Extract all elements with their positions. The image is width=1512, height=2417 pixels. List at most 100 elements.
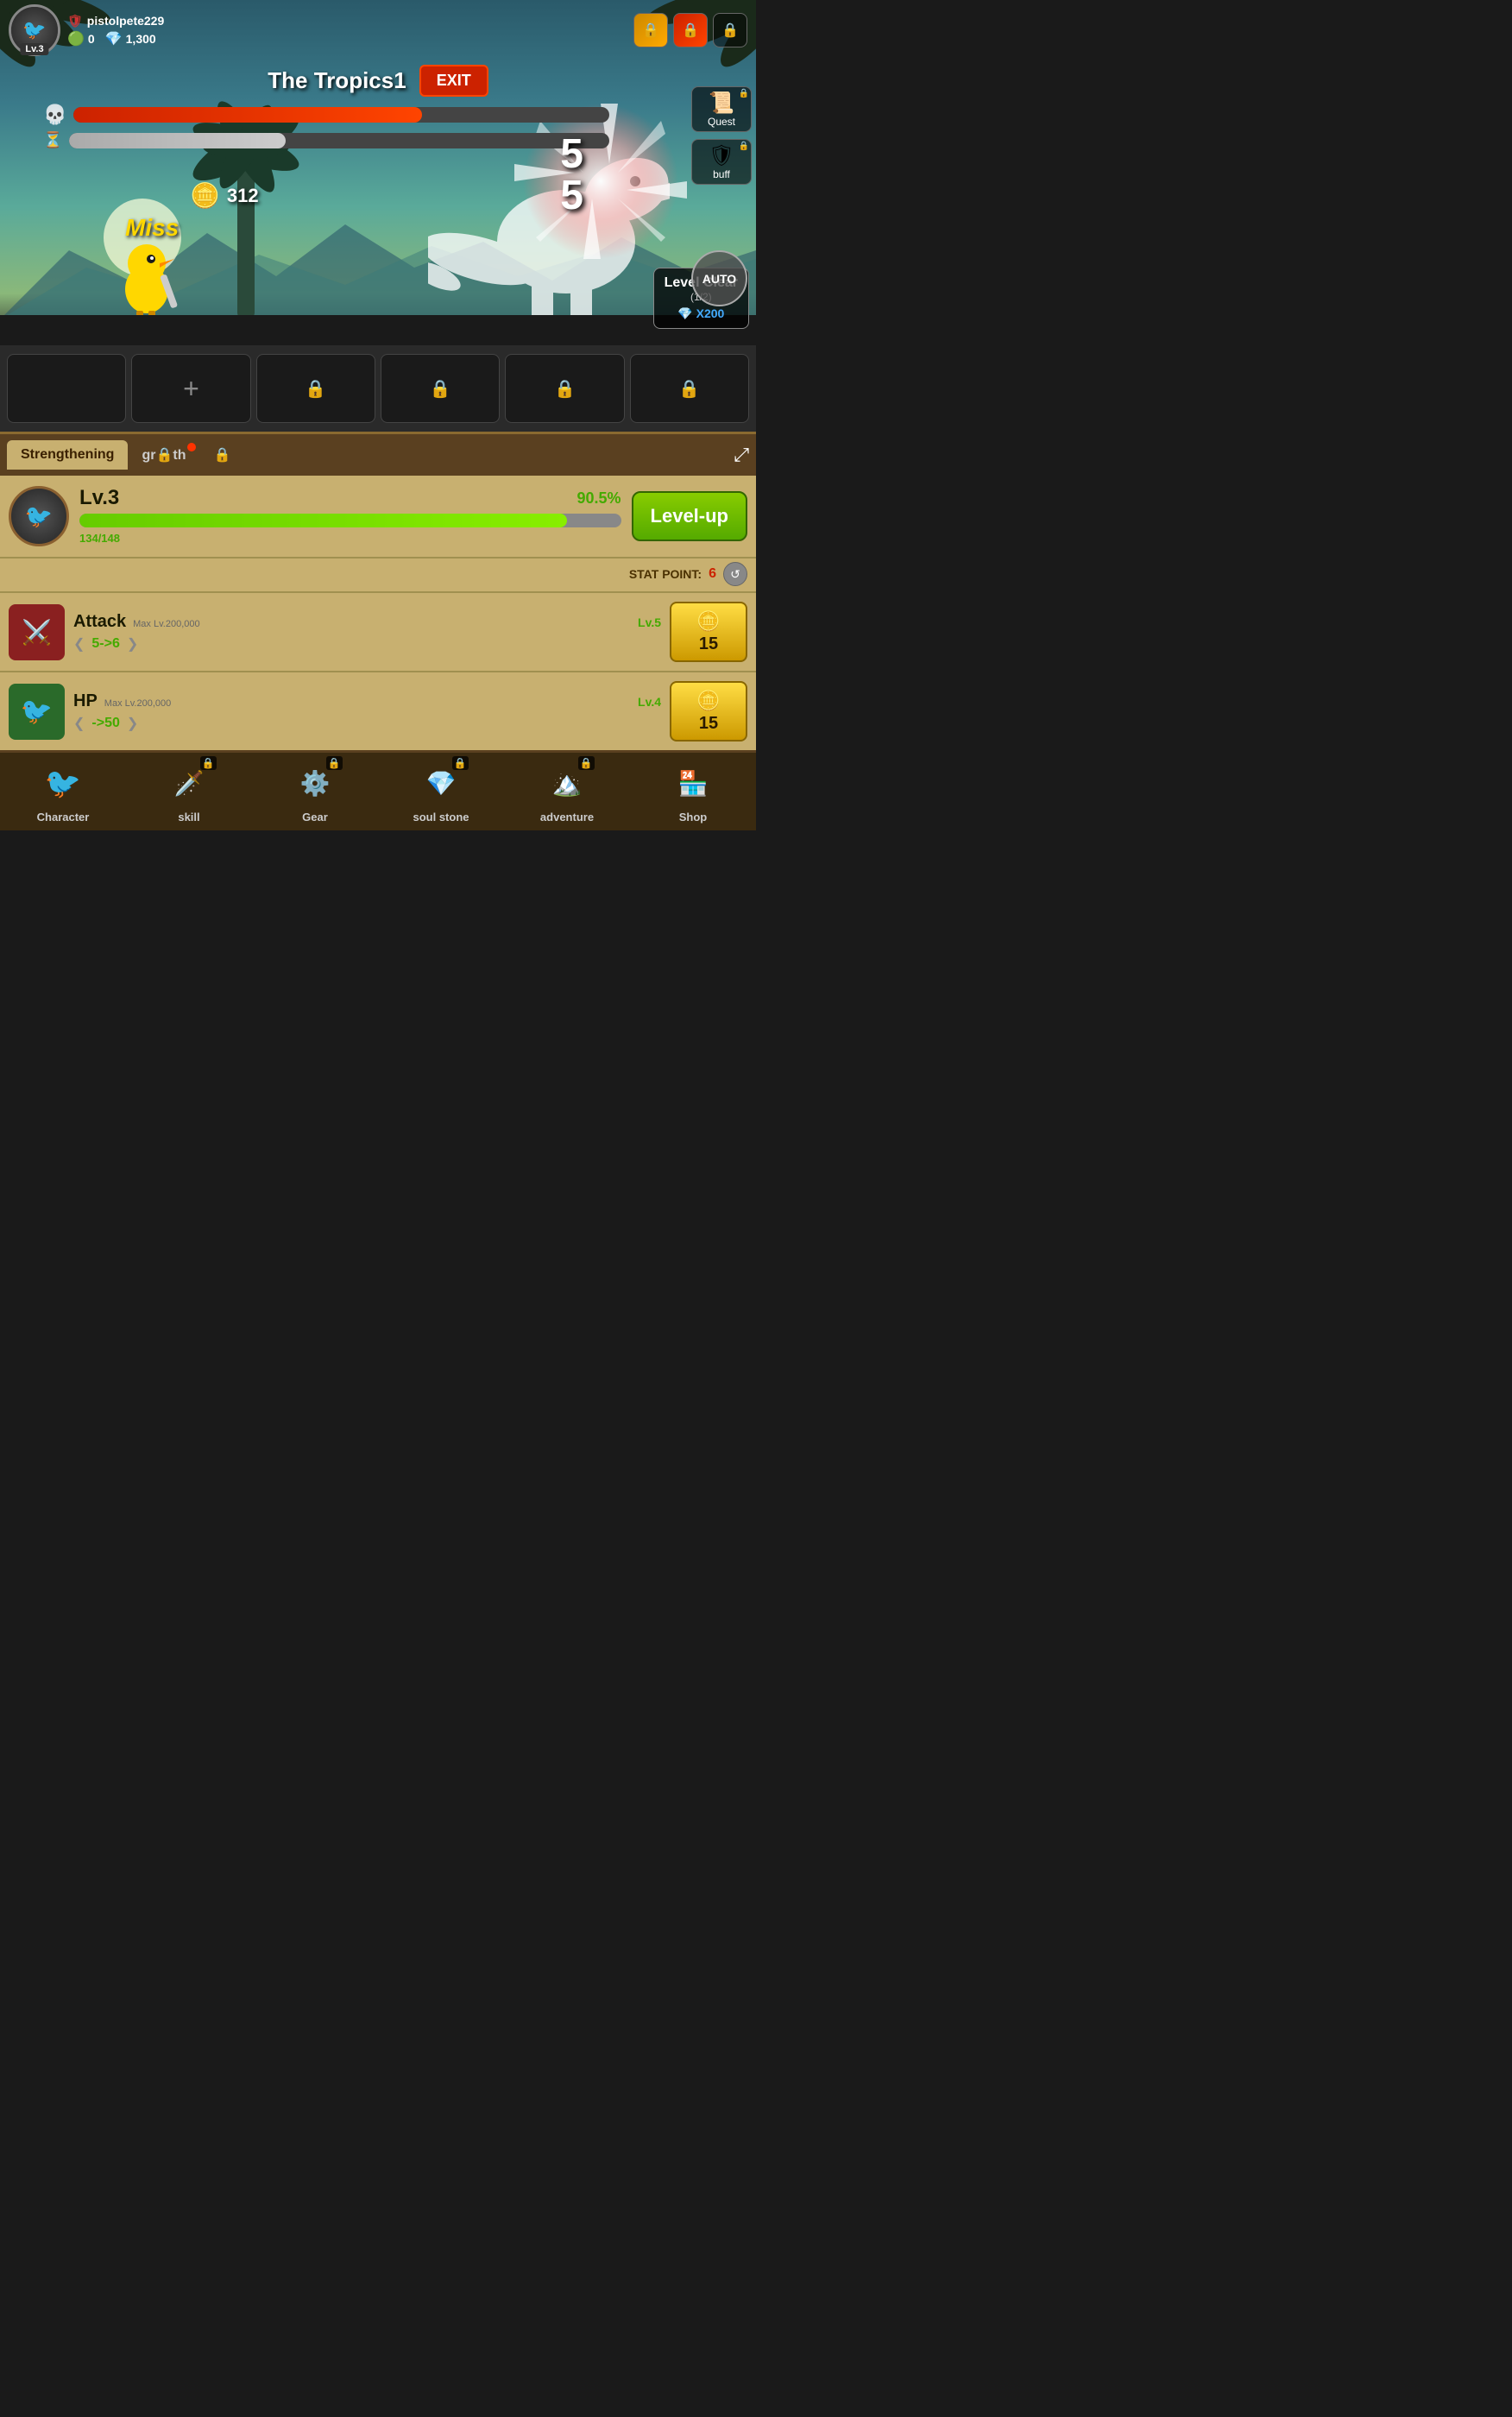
coin-area: 🪙 312 [190,181,259,210]
diamond-icon: 💎 [105,30,123,47]
nav-soul-stone[interactable]: 💎 🔒 soul stone [378,753,504,830]
add-skill-icon: + [183,373,199,405]
char-level-info: Lv.3 90.5% 134/148 [79,486,621,546]
enemy-hp-fill [73,107,421,123]
miss-text: Miss [125,214,179,242]
gem-count: 0 [88,32,95,46]
gem-currency: 🟢 0 [67,30,95,47]
level-clear-reward: 💎 X200 [665,306,738,321]
growth-lock-icon: 🔒 [155,448,173,463]
attack-stat-section: ⚔️ Attack Max Lv.200,000 Lv.5 ❮ 5->6 ❯ 🪙… [0,591,756,671]
attack-arrows: ❮ 5->6 ❯ [73,635,661,653]
hp-icon: 🐦 [9,684,65,740]
nav-gear-icon-wrap: ⚙️ 🔒 [292,760,339,807]
skill-slot-lock-3: 🔒 [505,354,624,423]
diamond-count: 1,300 [126,32,156,46]
nav-soul-icon-wrap: 💎 🔒 [418,760,465,807]
stat-point-label: STAT POINT: [629,567,702,581]
battle-scene[interactable]: Miss 🐦 Lv.3 🛡 pistolpete229 🟢 0 [0,0,756,345]
hp-name-row: HP Max Lv.200,000 Lv.4 [73,691,661,711]
gear-nav-icon: ⚙️ [300,769,331,798]
level-title: The Tropics1 [268,67,406,94]
coin-count: 312 [227,185,259,207]
soul-nav-icon: 💎 [426,769,457,798]
skull-icon: 💀 [43,104,66,126]
nav-char-icon-wrap: 🐦 [40,760,87,807]
level-up-button[interactable]: Level-up [632,491,747,541]
char-level-text: Lv.3 [79,486,119,510]
char-level-section: 🐦 Lv.3 90.5% 134/148 Level-up [0,476,756,558]
tab-locked-icon: 🔒 [213,448,230,463]
slot-lock-icon-2: 🔒 [430,378,451,400]
hp-stat-section: 🐦 HP Max Lv.200,000 Lv.4 ❮ ->50 ❯ 🪙 15 [0,671,756,750]
hp-cost-value: 15 [699,714,718,734]
avatar-level: Lv.3 [20,43,48,55]
skill-slot-empty [7,354,126,423]
quest-button[interactable]: 📜 Quest 🔒 [691,86,752,132]
quest-lock-icon: 🔒 [739,89,749,98]
attack-name: Attack [73,612,126,632]
nav-skill[interactable]: 🗡️ 🔒 skill [126,753,252,830]
lock-btn-2[interactable]: 🔒 [673,13,708,47]
tab-growth[interactable]: gr🔒th [128,439,199,470]
scene-ground [0,315,756,345]
bottom-panel: Strengthening gr🔒th 🔒 ⤢ 🐦 Lv.3 90.5% [0,432,756,750]
character-nav-icon: 🐦 [45,767,81,801]
nav-adventure[interactable]: 🏔️ 🔒 adventure [504,753,630,830]
nav-character[interactable]: 🐦 Character [0,753,126,830]
shop-nav-icon: 🏪 [678,769,709,798]
attack-level-change: 5->6 [91,636,119,652]
timer-icon: ⏳ [43,131,62,149]
skill-slot-add[interactable]: + [131,354,250,423]
gear-nav-lock: 🔒 [326,756,343,770]
expand-button[interactable]: ⤢ [734,444,749,466]
nav-soul-label: soul stone [413,811,469,824]
char-lv-row: Lv.3 90.5% [79,486,621,510]
skill-slots-row: + 🔒 🔒 🔒 🔒 [0,345,756,432]
combo-text: 5 5 [560,134,583,217]
skill-slot-lock-4: 🔒 [630,354,749,423]
skill-slot-lock-2: 🔒 [381,354,500,423]
tab-strengthening[interactable]: Strengthening [7,440,128,470]
arrow-left-icon: ❮ [73,635,85,653]
nav-skill-icon-wrap: 🗡️ 🔒 [166,760,213,807]
lock-btn-3[interactable]: 🔒 [713,13,747,47]
hp-arrows: ❮ ->50 ❯ [73,715,661,732]
lock-btn-1[interactable]: 🔒 [633,13,668,47]
enemy-hp-track [73,107,609,123]
player-avatar[interactable]: 🐦 Lv.3 [9,4,60,56]
attack-lv-badge: Lv.5 [638,615,661,629]
gem-icon: 🟢 [67,30,85,47]
nav-gear[interactable]: ⚙️ 🔒 Gear [252,753,378,830]
hp-cost-button[interactable]: 🪙 15 [670,681,747,742]
bottom-nav: 🐦 Character 🗡️ 🔒 skill ⚙️ 🔒 Gear 💎 🔒 sou [0,750,756,830]
player-character [112,233,181,319]
buff-button[interactable]: 🛡 buff 🔒 [691,139,752,185]
adv-nav-lock: 🔒 [578,756,595,770]
currencies-row: 🟢 0 💎 1,300 [67,30,164,47]
username-row: 🛡 pistolpete229 [67,14,164,28]
level-title-row: The Tropics1 EXIT [0,65,756,97]
slot-lock-icon-4: 🔒 [678,378,700,400]
auto-button[interactable]: AUTO [691,250,747,306]
nav-char-label: Character [37,811,90,824]
stat-reset-button[interactable]: ↺ [723,562,747,586]
nav-skill-label: skill [178,811,199,824]
quest-icon: 📜 [709,92,734,115]
tab-locked[interactable]: 🔒 [199,439,244,470]
exit-button[interactable]: EXIT [419,65,488,97]
nav-shop[interactable]: 🏪 Shop [630,753,756,830]
char-avatar: 🐦 [9,486,69,546]
hp-max-lv: Max Lv.200,000 [104,698,171,709]
hp-arrow-right-icon: ❯ [127,715,138,732]
quest-label: Quest [696,116,747,128]
right-panel: 📜 Quest 🔒 🛡 buff 🔒 [691,86,752,185]
hp-info: HP Max Lv.200,000 Lv.4 ❮ ->50 ❯ [73,691,661,732]
enemy-hp-row: 💀 [43,104,609,126]
combo-display: 5 5 [560,134,583,217]
attack-cost-button[interactable]: 🪙 15 [670,602,747,662]
coin-icon: 🪙 [190,181,220,210]
shield-icon: 🛡 [67,14,83,28]
attack-coin-icon: 🪙 [696,610,720,633]
hp-coin-icon: 🪙 [696,690,720,712]
